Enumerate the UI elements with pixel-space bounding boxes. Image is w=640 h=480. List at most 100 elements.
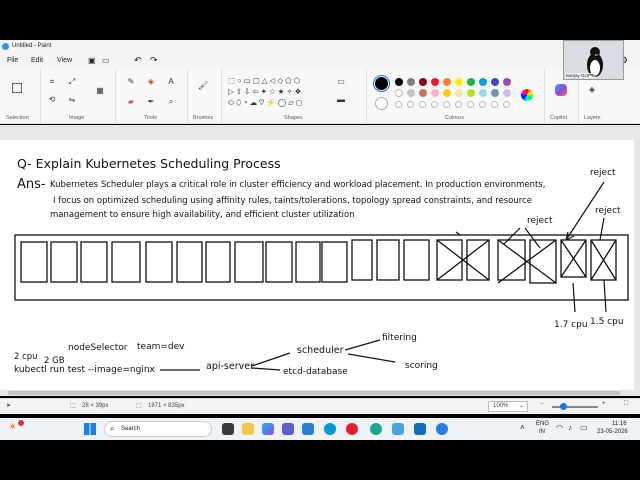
pencil-icon[interactable]: ✎: [126, 77, 136, 87]
horizontal-scrollbar[interactable]: [0, 390, 634, 396]
colour-swatch[interactable]: [467, 78, 475, 86]
volume-icon[interactable]: ♪: [568, 423, 572, 432]
secondary-colour[interactable]: [375, 97, 388, 110]
menu-edit[interactable]: Edit: [31, 57, 43, 64]
zoom-out-icon[interactable]: −: [540, 401, 544, 407]
colour-swatch[interactable]: [443, 78, 451, 86]
hp-icon[interactable]: [324, 423, 336, 435]
copilot-icon[interactable]: [555, 84, 567, 96]
custom-colour-slot[interactable]: [395, 101, 402, 108]
task-view-icon[interactable]: [222, 423, 234, 435]
teams-icon[interactable]: [282, 423, 294, 435]
clock-date[interactable]: 23-05-2026: [597, 429, 628, 435]
meeting-icon[interactable]: [436, 423, 448, 435]
selection-size-icon: ⬚: [70, 403, 76, 409]
store-icon[interactable]: [302, 423, 314, 435]
colour-swatch[interactable]: [503, 89, 511, 97]
menu-view[interactable]: View: [57, 57, 72, 64]
search-box[interactable]: ⌕ Search: [104, 421, 212, 437]
ribbon-toolbar: Selection ⌗ ⤢ ⟲ ⇋ ▦ Image ✎ ◈ A ▰ ✒ ⌕ To…: [0, 69, 640, 124]
colour-swatch[interactable]: [455, 78, 463, 86]
custom-colour-slot[interactable]: [419, 101, 426, 108]
api-server-label: api-server: [206, 361, 254, 372]
color-picker-icon[interactable]: ✒: [146, 97, 156, 107]
flip-icon[interactable]: ⇋: [67, 95, 77, 105]
language-indicator[interactable]: ENG: [536, 421, 549, 427]
custom-colour-slot[interactable]: [503, 101, 510, 108]
colour-swatch[interactable]: [395, 78, 403, 86]
colour-swatch[interactable]: [479, 78, 487, 86]
custom-colour-slot[interactable]: [431, 101, 438, 108]
scrollbar-thumb[interactable]: [8, 391, 620, 395]
colour-swatch[interactable]: [407, 89, 415, 97]
custom-colour-slot[interactable]: [443, 101, 450, 108]
drawing-canvas[interactable]: Q- Explain Kubernetes Scheduling Process…: [0, 140, 634, 390]
colour-swatch[interactable]: [503, 78, 511, 86]
colour-swatch[interactable]: [419, 89, 427, 97]
outlook-icon[interactable]: [414, 423, 426, 435]
colour-swatch[interactable]: [491, 78, 499, 86]
colour-swatch[interactable]: [431, 89, 439, 97]
colour-swatch[interactable]: [455, 89, 463, 97]
colour-swatch[interactable]: [443, 89, 451, 97]
colour-swatch[interactable]: [479, 89, 487, 97]
zoom-select[interactable]: 100% ⌄: [488, 401, 528, 412]
layers-icon[interactable]: ◈: [587, 85, 597, 95]
zoom-slider[interactable]: [552, 403, 598, 410]
colour-swatch[interactable]: [395, 89, 403, 97]
window-title: Untitled - Paint: [12, 43, 52, 49]
save-icon[interactable]: ▣: [88, 56, 96, 65]
title-bar: Untitled - Paint: [0, 40, 640, 53]
tray-chevron-icon[interactable]: ˄: [520, 423, 525, 432]
open-icon[interactable]: ▭: [102, 56, 110, 65]
paint-taskbar-icon[interactable]: [392, 423, 404, 435]
zoom-in-icon[interactable]: +: [602, 401, 606, 407]
fit-icon[interactable]: ⛶: [624, 401, 628, 408]
image-select-icon[interactable]: ▦: [95, 86, 105, 96]
outline-icon[interactable]: ▭: [336, 77, 346, 87]
magnifier-icon[interactable]: ⌕: [166, 97, 176, 107]
tools-label: Tools: [144, 115, 157, 121]
clock-time[interactable]: 11:16: [612, 421, 627, 427]
custom-colour-slot[interactable]: [455, 101, 462, 108]
selection-icon[interactable]: [12, 83, 22, 93]
brush-icon[interactable]: 🖌: [198, 81, 208, 91]
battery-icon[interactable]: ▭: [580, 423, 588, 432]
menu-file[interactable]: File: [7, 57, 18, 64]
edit-colours-icon[interactable]: [521, 89, 533, 101]
shapes-gallery[interactable]: ⬚○▭▢△◁◇⬠⬡ ▷⇧⇩⇦✦☆★✧❖ ⬭⬯◔☁♡⚡◯▱◻: [228, 75, 328, 111]
selection-label: Selection: [6, 115, 29, 121]
text-icon[interactable]: A: [166, 77, 176, 87]
file-explorer-icon[interactable]: [242, 423, 254, 435]
copilot-taskbar-icon[interactable]: [262, 423, 274, 435]
weather-icon[interactable]: ☀: [8, 422, 17, 433]
redo-icon[interactable]: ↷: [150, 55, 158, 66]
windows-start-icon[interactable]: [84, 423, 96, 435]
rotate-icon[interactable]: ⟲: [47, 95, 57, 105]
colour-palette[interactable]: [395, 78, 525, 118]
colour-swatch[interactable]: [431, 78, 439, 86]
resize-icon[interactable]: ⤢: [67, 77, 77, 87]
colour-swatch[interactable]: [407, 78, 415, 86]
zoom-value: 100%: [493, 403, 509, 409]
crop-icon[interactable]: ⌗: [47, 77, 57, 87]
fill-shape-icon[interactable]: ▬: [336, 95, 346, 105]
custom-colour-slot[interactable]: [479, 101, 486, 108]
custom-colour-slot[interactable]: [491, 101, 498, 108]
fill-icon[interactable]: ◈: [146, 77, 156, 87]
wifi-icon[interactable]: ◠: [556, 423, 563, 432]
node-selector-label: nodeSelector: [68, 343, 128, 353]
colours-group: Colours: [366, 69, 544, 124]
custom-colour-slot[interactable]: [467, 101, 474, 108]
opera-icon[interactable]: [346, 423, 358, 435]
zoom-slider-thumb[interactable]: [560, 403, 567, 410]
custom-colour-slot[interactable]: [407, 101, 414, 108]
primary-colour[interactable]: [373, 75, 390, 92]
colour-swatch[interactable]: [491, 89, 499, 97]
colour-swatch[interactable]: [467, 89, 475, 97]
vertical-scrollbar[interactable]: [634, 125, 640, 396]
eraser-icon[interactable]: ▰: [126, 97, 136, 107]
edge-icon[interactable]: [370, 423, 382, 435]
colour-swatch[interactable]: [419, 78, 427, 86]
undo-icon[interactable]: ↶: [134, 55, 142, 66]
